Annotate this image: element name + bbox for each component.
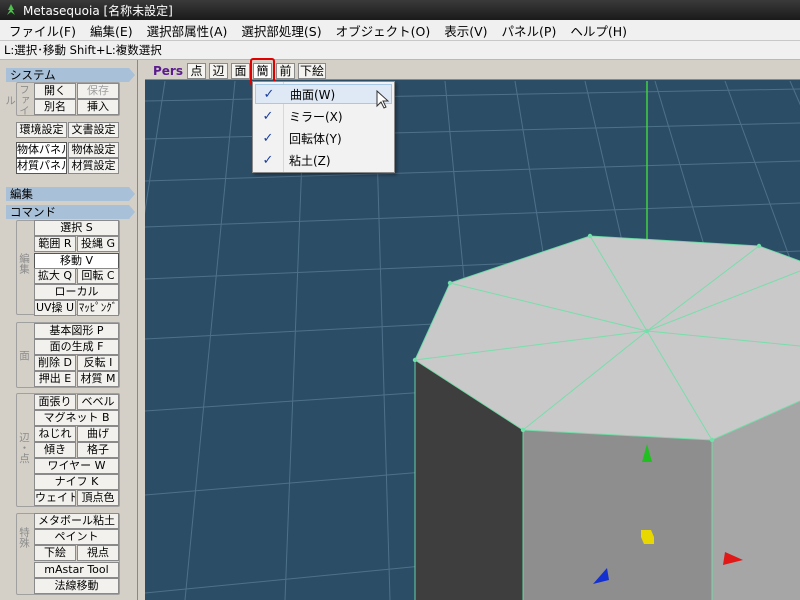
underlay-tool-button[interactable]: 下絵: [34, 545, 76, 561]
file-group-label: ファイル: [4, 84, 30, 116]
flip-tool-button[interactable]: 反転 I: [77, 355, 119, 371]
bend-tool-button[interactable]: 曲げ: [77, 426, 119, 442]
command-panel: システム ファイル 開く 保存 別名 挿入 環境設定 文書設定 物体パネル 物体…: [0, 60, 138, 600]
menu-edit[interactable]: 編集(E): [83, 21, 140, 40]
material-panel-button[interactable]: 材質パネル: [16, 158, 67, 174]
face-display-button[interactable]: 面: [231, 63, 250, 79]
menu-file[interactable]: ファイル(F): [2, 21, 83, 40]
menu-help[interactable]: ヘルプ(H): [563, 21, 634, 40]
3d-viewport[interactable]: Pers 点 辺 面 簡 前 下絵: [145, 60, 800, 600]
rotate-tool-button[interactable]: 回転 C: [77, 268, 119, 284]
lasso-tool-button[interactable]: 投縄 G: [77, 236, 119, 252]
local-tool-button[interactable]: ローカル: [34, 284, 119, 300]
metasequoia-logo-icon: [7, 4, 15, 15]
lattice-tool-button[interactable]: 格子: [77, 442, 119, 458]
edge-vertex-tools-label: 辺・点: [18, 432, 30, 464]
3d-scene[interactable]: [145, 81, 800, 600]
menu-bar: ファイル(F) 編集(E) 選択部属性(A) 選択部処理(S) オブジェクト(O…: [0, 20, 800, 41]
tilt-tool-button[interactable]: 傾き: [34, 442, 76, 458]
wire-tool-button[interactable]: ワイヤー W: [34, 458, 119, 474]
metaball-tool-button[interactable]: メタボール粘土: [34, 513, 119, 529]
front-display-button[interactable]: 前: [276, 63, 295, 79]
vertex-display-button[interactable]: 点: [187, 63, 206, 79]
face-stretch-tool-button[interactable]: 面張り: [34, 394, 76, 410]
command-section-header[interactable]: コマンド: [6, 205, 135, 219]
menu-item-surface[interactable]: ✓ 曲面(W): [255, 84, 392, 104]
window-title: Metasequoia [名称未設定]: [23, 3, 173, 18]
doc-settings-button[interactable]: 文書設定: [68, 122, 119, 138]
menu-item-mirror[interactable]: ✓ ミラー(X): [255, 106, 392, 126]
weight-tool-button[interactable]: ウェイト: [34, 490, 76, 506]
mapping-tool-button[interactable]: ﾏｯﾋﾟﾝｸﾞ: [77, 300, 119, 316]
underlay-display-button[interactable]: 下絵: [298, 63, 326, 79]
menu-selection-process[interactable]: 選択部処理(S): [234, 21, 328, 40]
magnet-tool-button[interactable]: マグネット B: [34, 410, 119, 426]
env-settings-button[interactable]: 環境設定: [16, 122, 67, 138]
material-tool-button[interactable]: 材質 M: [77, 371, 119, 387]
range-tool-button[interactable]: 範囲 R: [34, 236, 76, 252]
select-tool-button[interactable]: 選択 S: [34, 220, 119, 236]
menu-panel[interactable]: パネル(P): [495, 21, 564, 40]
menu-view[interactable]: 表示(V): [437, 21, 494, 40]
mouse-cursor-icon: [376, 90, 390, 109]
checkmark-icon: ✓: [262, 130, 274, 146]
object-panel-button[interactable]: 物体パネル: [16, 142, 67, 158]
bevel-tool-button[interactable]: ベベル: [77, 394, 119, 410]
insert-button[interactable]: 挿入: [77, 99, 119, 115]
special-tools-label: 特殊: [18, 526, 30, 548]
checkmark-icon: ✓: [262, 152, 274, 168]
system-section-header[interactable]: システム: [6, 68, 135, 82]
checkmark-icon: ✓: [263, 86, 275, 102]
move-tool-button[interactable]: 移動 V: [34, 253, 119, 269]
edit-tools-label: 編集: [18, 252, 30, 274]
knife-tool-button[interactable]: ナイフ K: [34, 474, 119, 490]
delete-tool-button[interactable]: 削除 D: [34, 355, 76, 371]
simple-display-button[interactable]: 簡: [253, 63, 272, 79]
edit-section-header[interactable]: 編集: [6, 187, 135, 201]
create-face-tool-button[interactable]: 面の生成 F: [34, 339, 119, 355]
checkmark-icon: ✓: [262, 108, 274, 124]
save-as-button[interactable]: 別名: [34, 99, 76, 115]
hint-bar: L:選択･移動 Shift+L:複数選択: [0, 41, 800, 60]
twist-tool-button[interactable]: ねじれ: [34, 426, 76, 442]
vertex-color-tool-button[interactable]: 頂点色: [77, 490, 119, 506]
extrude-tool-button[interactable]: 押出 E: [34, 371, 76, 387]
view-mode-label[interactable]: Pers: [153, 64, 183, 78]
edge-display-button[interactable]: 辺: [209, 63, 228, 79]
menu-object[interactable]: オブジェクト(O): [329, 21, 438, 40]
material-settings-button[interactable]: 材質設定: [68, 158, 119, 174]
menu-item-clay[interactable]: ✓ 粘土(Z): [255, 150, 392, 170]
open-button[interactable]: 開く: [34, 83, 76, 99]
menu-item-label: 粘土(Z): [289, 153, 331, 168]
paint-tool-button[interactable]: ペイント: [34, 529, 119, 545]
menu-selection-attributes[interactable]: 選択部属性(A): [140, 21, 235, 40]
prism-mesh[interactable]: [412, 233, 800, 600]
scale-tool-button[interactable]: 拡大 Q: [34, 268, 76, 284]
mastar-tool-button[interactable]: mAstar Tool: [34, 562, 119, 578]
normal-move-tool-button[interactable]: 法線移動: [34, 578, 119, 594]
save-button[interactable]: 保存: [77, 83, 119, 99]
viewport-toolbar: Pers 点 辺 面 簡 前 下絵: [145, 60, 800, 80]
uv-tool-button[interactable]: UV操 U: [34, 300, 76, 316]
menu-item-label: 曲面(W): [290, 87, 336, 102]
menu-item-label: 回転体(Y): [289, 131, 342, 146]
title-bar: Metasequoia [名称未設定]: [0, 0, 800, 20]
viewpoint-tool-button[interactable]: 視点: [77, 545, 119, 561]
menu-item-lathe[interactable]: ✓ 回転体(Y): [255, 128, 392, 148]
face-tools-label: 面: [18, 349, 30, 361]
primitive-tool-button[interactable]: 基本図形 P: [34, 323, 119, 339]
menu-item-label: ミラー(X): [289, 109, 343, 124]
object-settings-button[interactable]: 物体設定: [68, 142, 119, 158]
display-options-dropdown: ✓ 曲面(W) ✓ ミラー(X) ✓ 回転体(Y) ✓ 粘土(Z): [252, 81, 395, 173]
